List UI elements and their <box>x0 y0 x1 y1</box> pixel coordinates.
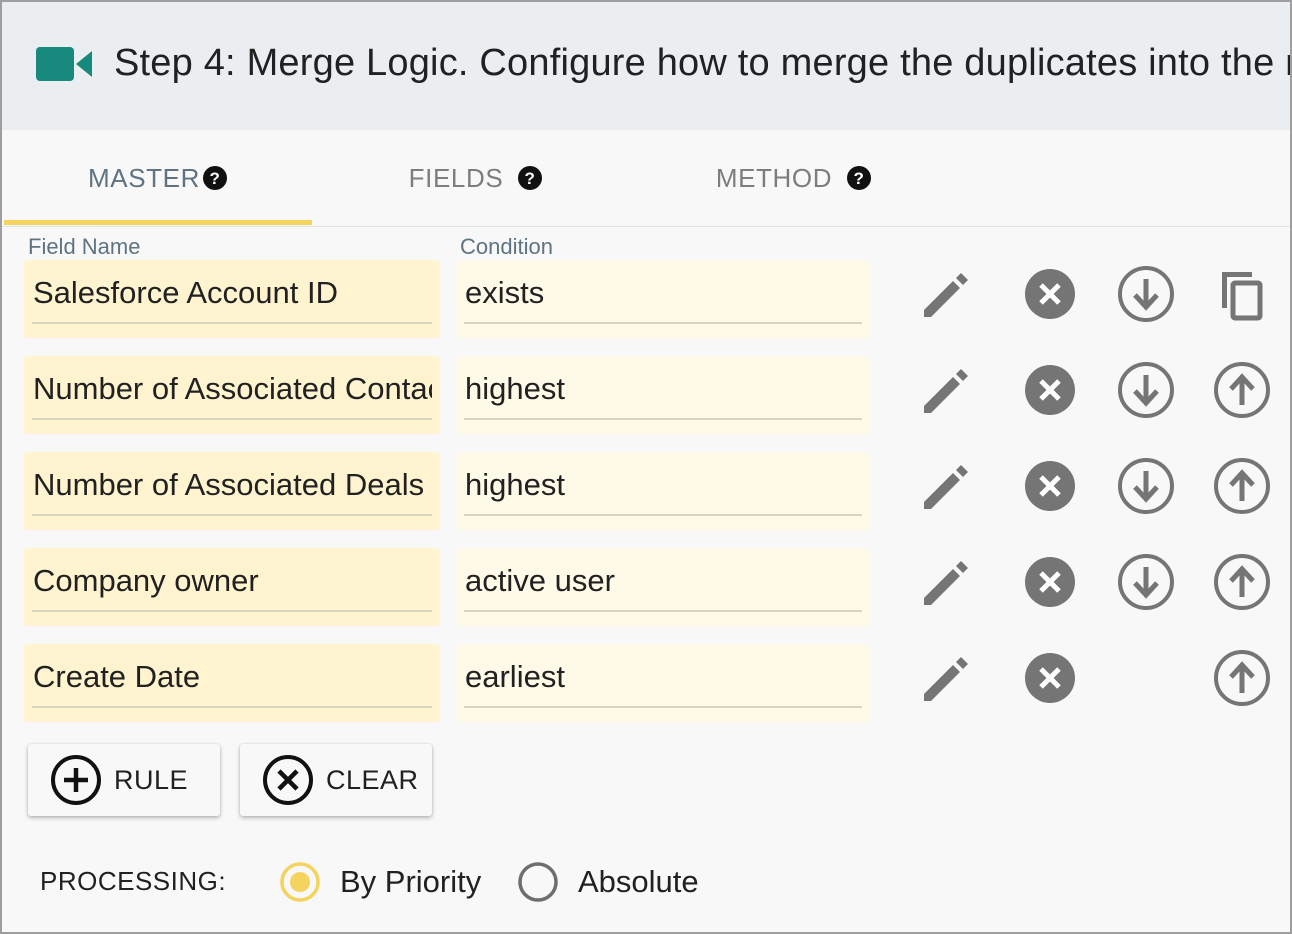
edit-rule-button[interactable] <box>914 550 978 614</box>
edit-rule-button[interactable] <box>914 262 978 326</box>
radio-by-priority-label: By Priority <box>340 864 482 899</box>
move-up-button[interactable] <box>1210 358 1274 422</box>
move-down-button[interactable] <box>1114 454 1178 518</box>
help-icon[interactable]: ? <box>846 165 872 191</box>
condition-input[interactable]: highest <box>456 452 870 530</box>
radio-absolute[interactable]: Absolute <box>516 860 699 904</box>
add-rule-label: RULE <box>114 764 189 795</box>
condition-input-value: active user <box>464 562 862 612</box>
delete-rule-button[interactable] <box>1018 646 1082 710</box>
edit-rule-button[interactable] <box>914 646 978 710</box>
edit-rule-button[interactable] <box>914 358 978 422</box>
active-tab-indicator <box>4 220 312 225</box>
radio-selected-icon <box>280 862 320 902</box>
condition-input[interactable]: exists <box>456 260 870 338</box>
move-down-icon <box>1118 458 1174 514</box>
field-name-input-value: Create Date <box>32 658 432 708</box>
tab-method[interactable]: METHOD ? <box>640 130 948 226</box>
step-title: Step 4: Merge Logic. Configure how to me… <box>114 42 1290 84</box>
field-name-input[interactable]: Number of Associated Deals <box>24 452 440 530</box>
step-header: Step 4: Merge Logic. Configure how to me… <box>2 2 1290 130</box>
edit-pencil-icon <box>924 273 968 317</box>
radio-by-priority[interactable]: By Priority <box>278 860 481 904</box>
condition-input[interactable]: active user <box>456 548 870 626</box>
edit-pencil-icon <box>924 465 968 509</box>
processing-label: PROCESSING: <box>40 866 227 896</box>
delete-rule-button[interactable] <box>1018 550 1082 614</box>
svg-text:?: ? <box>854 169 865 188</box>
field-name-input-value: Company owner <box>32 562 432 612</box>
radio-unselected-icon <box>518 862 558 902</box>
condition-input-value: exists <box>464 274 862 324</box>
move-up-button[interactable] <box>1210 454 1274 518</box>
delete-circle-icon <box>1025 269 1075 319</box>
move-up-icon <box>1214 650 1270 706</box>
condition-input-value: earliest <box>464 658 862 708</box>
field-name-input[interactable]: Number of Associated Contacts <box>24 356 440 434</box>
merge-logic-panel: Step 4: Merge Logic. Configure how to me… <box>0 0 1292 934</box>
delete-circle-icon <box>1025 461 1075 511</box>
copy-icon <box>1222 272 1263 321</box>
delete-circle-icon <box>1025 365 1075 415</box>
move-down-button[interactable] <box>1114 358 1178 422</box>
tab-method-label: METHOD <box>715 162 833 193</box>
field-name-input[interactable]: Create Date <box>24 644 440 722</box>
move-up-button[interactable] <box>1210 550 1274 614</box>
condition-input-value: highest <box>464 370 862 420</box>
add-circle-icon <box>51 755 101 805</box>
radio-absolute-label: Absolute <box>578 864 699 899</box>
move-up-icon <box>1214 362 1270 418</box>
tab-master[interactable]: MASTER ? <box>4 130 312 226</box>
clear-label: CLEAR <box>326 764 419 795</box>
copy-rule-button[interactable] <box>1210 262 1274 326</box>
move-up-button[interactable] <box>1210 646 1274 710</box>
delete-rule-button[interactable] <box>1018 454 1082 518</box>
delete-rule-button[interactable] <box>1018 358 1082 422</box>
move-down-button[interactable] <box>1114 262 1178 326</box>
field-name-input[interactable]: Company owner <box>24 548 440 626</box>
svg-text:?: ? <box>525 169 536 188</box>
tab-master-label: MASTER <box>88 162 200 193</box>
cancel-circle-icon <box>263 755 313 805</box>
delete-circle-icon <box>1025 557 1075 607</box>
delete-rule-button[interactable] <box>1018 262 1082 326</box>
help-icon[interactable]: ? <box>517 165 543 191</box>
help-icon[interactable]: ? <box>202 165 228 191</box>
move-down-button[interactable] <box>1114 550 1178 614</box>
tab-fields[interactable]: FIELDS ? <box>322 130 630 226</box>
tab-bar: MASTER ? FIELDS ? METHOD ? <box>2 130 1290 227</box>
tab-fields-label: FIELDS <box>408 162 504 193</box>
clear-button[interactable]: CLEAR <box>240 744 432 816</box>
edit-pencil-icon <box>924 369 968 413</box>
move-up-icon <box>1214 458 1270 514</box>
move-down-icon <box>1118 554 1174 610</box>
move-down-icon <box>1118 266 1174 322</box>
field-name-input-value: Salesforce Account ID <box>32 274 432 324</box>
delete-circle-icon <box>1025 653 1075 703</box>
field-name-column-label: Field Name <box>28 234 141 259</box>
edit-pencil-icon <box>924 561 968 605</box>
field-name-input-value: Number of Associated Contacts <box>32 370 432 420</box>
field-name-input-value: Number of Associated Deals <box>32 466 432 516</box>
condition-input-value: highest <box>464 466 862 516</box>
svg-text:?: ? <box>209 169 220 188</box>
condition-input[interactable]: earliest <box>456 644 870 722</box>
condition-input[interactable]: highest <box>456 356 870 434</box>
video-camera-icon <box>36 47 92 81</box>
move-up-icon <box>1214 554 1270 610</box>
field-name-input[interactable]: Salesforce Account ID <box>24 260 440 338</box>
edit-pencil-icon <box>924 657 968 701</box>
add-rule-button[interactable]: RULE <box>28 744 220 816</box>
condition-column-label: Condition <box>460 234 553 259</box>
move-down-icon <box>1118 362 1174 418</box>
edit-rule-button[interactable] <box>914 454 978 518</box>
